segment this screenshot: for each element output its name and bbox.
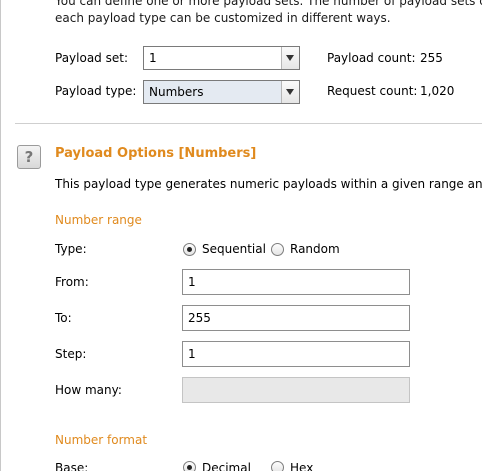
random-radio[interactable] (271, 243, 284, 256)
random-radio-label[interactable]: Random (290, 242, 340, 256)
step-input-value: 1 (188, 347, 196, 361)
from-input-value: 1 (188, 275, 196, 289)
decimal-radio[interactable] (183, 461, 196, 471)
how-many-label: How many: (55, 383, 122, 397)
payload-options-description: This payload type generates numeric payl… (55, 177, 482, 191)
payload-type-dropdown[interactable]: Numbers (143, 80, 300, 104)
sequential-radio-label[interactable]: Sequential (202, 242, 266, 256)
step-label: Step: (55, 347, 87, 361)
panel-left-border (0, 0, 1, 471)
step-input[interactable]: 1 (182, 341, 410, 367)
number-range-heading: Number range (55, 213, 142, 227)
to-input[interactable]: 255 (182, 305, 410, 331)
type-label: Type: (55, 242, 87, 256)
to-label: To: (55, 311, 72, 325)
section-divider (15, 123, 482, 124)
payload-count-label: Payload count: (327, 51, 416, 65)
payload-type-label: Payload type: (55, 84, 137, 98)
chevron-down-icon (286, 89, 294, 95)
intro-text-line-2: each payload type can be customized in d… (55, 11, 391, 25)
hex-radio-label[interactable]: Hex (290, 461, 313, 471)
number-format-heading: Number format (55, 433, 148, 447)
payload-set-dropdown[interactable]: 1 (143, 46, 300, 70)
hex-radio[interactable] (271, 461, 284, 471)
request-count-value: 1,020 (420, 84, 455, 98)
from-input[interactable]: 1 (182, 269, 410, 295)
how-many-input (182, 377, 410, 403)
request-count-label: Request count: (327, 84, 418, 98)
from-label: From: (55, 275, 89, 289)
help-icon[interactable]: ? (17, 145, 41, 169)
payload-type-dropdown-button[interactable] (281, 81, 299, 103)
base-label: Base: (55, 461, 89, 471)
payload-count-value: 255 (420, 51, 443, 65)
radio-selected-dot (187, 247, 192, 252)
payload-set-value: 1 (149, 51, 157, 65)
chevron-down-icon (286, 55, 294, 61)
to-input-value: 255 (188, 311, 211, 325)
intro-text-line-1: You can define one or more payload sets.… (55, 0, 482, 8)
decimal-radio-label[interactable]: Decimal (202, 461, 251, 471)
payload-type-value: Numbers (149, 85, 204, 99)
payloads-panel: You can define one or more payload sets.… (0, 0, 482, 471)
payload-set-dropdown-button[interactable] (281, 47, 299, 69)
sequential-radio[interactable] (183, 243, 196, 256)
payload-set-label: Payload set: (55, 51, 128, 65)
payload-options-title: Payload Options [Numbers] (55, 146, 257, 161)
radio-selected-dot (187, 465, 192, 470)
